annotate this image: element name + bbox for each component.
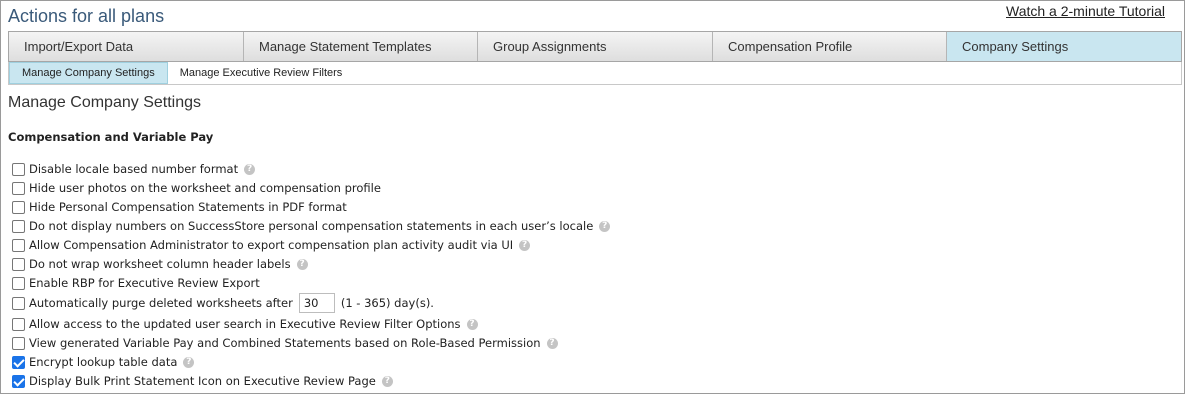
option-hide-pdf-statements: Hide Personal Compensation Statements in… (12, 198, 347, 216)
option-label: Do not display numbers on SuccessStore p… (29, 219, 594, 233)
tab-compensation-profile[interactable]: Compensation Profile (713, 32, 947, 61)
option-label: Enable RBP for Executive Review Export (29, 276, 260, 290)
option-label: Allow access to the updated user search … (29, 317, 461, 331)
help-icon[interactable]: ? (296, 258, 308, 270)
tab-group-assignments[interactable]: Group Assignments (478, 32, 713, 61)
page-title: Actions for all plans (8, 6, 165, 26)
checkbox[interactable] (12, 181, 25, 195)
option-disable-locale-number-format: Disable locale based number format ? (12, 160, 256, 178)
option-export-activity-audit: Allow Compensation Administrator to expo… (12, 236, 531, 254)
help-icon[interactable]: ? (466, 318, 478, 330)
option-label: View generated Variable Pay and Combined… (29, 336, 541, 350)
option-enable-rbp-export: Enable RBP for Executive Review Export (12, 274, 260, 292)
main-tab-bar: Import/Export Data Manage Statement Temp… (8, 31, 1182, 62)
option-updated-user-search: Allow access to the updated user search … (12, 315, 478, 333)
option-bulk-print-icon: Display Bulk Print Statement Icon on Exe… (12, 372, 393, 390)
checkbox[interactable] (12, 276, 25, 290)
help-icon[interactable]: ? (244, 163, 256, 175)
option-successstore-locale-numbers: Do not display numbers on SuccessStore p… (12, 217, 611, 235)
option-no-wrap-headers: Do not wrap worksheet column header labe… (12, 255, 308, 273)
checkbox[interactable] (12, 374, 25, 388)
option-label: Hide Personal Compensation Statements in… (29, 200, 347, 214)
option-label: Hide user photos on the worksheet and co… (29, 181, 381, 195)
help-icon[interactable]: ? (546, 337, 558, 349)
checkbox[interactable] (12, 162, 25, 176)
tutorial-link[interactable]: Watch a 2-minute Tutorial (1006, 3, 1165, 19)
checkbox[interactable] (12, 296, 25, 310)
checkbox[interactable] (12, 200, 25, 214)
tab-import-export-data[interactable]: Import/Export Data (9, 32, 244, 61)
option-rbp-statements: View generated Variable Pay and Combined… (12, 334, 558, 352)
option-label: Allow Compensation Administrator to expo… (29, 238, 514, 252)
purge-days-suffix: (1 - 365) day(s). (340, 296, 434, 310)
checkbox[interactable] (12, 257, 25, 271)
help-icon[interactable]: ? (183, 356, 195, 368)
checkbox[interactable] (12, 219, 25, 233)
tab-company-settings[interactable]: Company Settings (947, 32, 1181, 61)
option-hide-user-photos: Hide user photos on the worksheet and co… (12, 179, 381, 197)
help-icon[interactable]: ? (599, 220, 611, 232)
group-title: Compensation and Variable Pay (8, 130, 214, 144)
checkbox[interactable] (12, 238, 25, 252)
option-label: Automatically purge deleted worksheets a… (29, 296, 293, 310)
help-icon[interactable]: ? (381, 375, 393, 387)
option-encrypt-lookup-table: Encrypt lookup table data ? (12, 353, 195, 371)
checkbox[interactable] (12, 355, 25, 369)
checkbox[interactable] (12, 336, 25, 350)
option-auto-purge-worksheets: Automatically purge deleted worksheets a… (12, 292, 434, 314)
tab-manage-statement-templates[interactable]: Manage Statement Templates (244, 32, 478, 61)
section-title: Manage Company Settings (8, 94, 201, 111)
sub-tab-bar: Manage Company Settings Manage Executive… (8, 62, 1182, 85)
checkbox[interactable] (12, 317, 25, 331)
option-label: Encrypt lookup table data (29, 355, 178, 369)
help-icon[interactable]: ? (519, 239, 531, 251)
option-label: Disable locale based number format (29, 162, 239, 176)
subtab-manage-executive-review-filters[interactable]: Manage Executive Review Filters (168, 62, 355, 84)
option-label: Display Bulk Print Statement Icon on Exe… (29, 374, 376, 388)
option-label: Do not wrap worksheet column header labe… (29, 257, 291, 271)
subtab-manage-company-settings[interactable]: Manage Company Settings (9, 62, 168, 84)
purge-days-input[interactable] (298, 293, 335, 313)
